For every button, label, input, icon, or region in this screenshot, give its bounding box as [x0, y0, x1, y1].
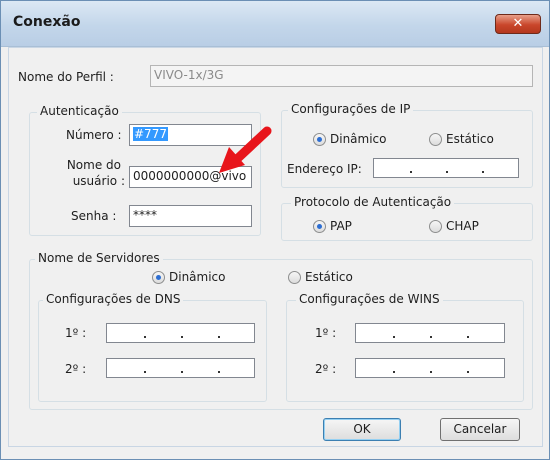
chap-label[interactable]: CHAP [446, 219, 479, 233]
ok-button[interactable]: OK [323, 418, 401, 441]
ip-separator [410, 171, 412, 173]
authentication-group-label: Autenticação [37, 104, 122, 118]
ip-separator [430, 371, 432, 373]
dns-group [38, 300, 267, 402]
ip-separator [144, 336, 146, 338]
servers-dynamic-radio[interactable] [152, 271, 165, 284]
ip-separator [467, 336, 469, 338]
password-label: Senha : [71, 209, 117, 223]
dns-group-label: Configurações de DNS [43, 292, 184, 306]
close-button[interactable]: ✕ [495, 14, 541, 34]
wins-secondary-label: 2º : [315, 362, 337, 376]
ip-separator [430, 336, 432, 338]
pap-label[interactable]: PAP [330, 219, 352, 233]
username-label-line2: usuário : [72, 174, 125, 188]
ip-address-field[interactable] [373, 158, 519, 178]
servers-static-radio[interactable] [288, 271, 301, 284]
pap-radio[interactable] [313, 220, 326, 233]
password-field[interactable]: **** [129, 205, 252, 227]
ip-separator [467, 371, 469, 373]
profile-name-field: VIVO-1x/3G [150, 65, 533, 87]
ip-separator [144, 371, 146, 373]
dns-secondary-field[interactable] [106, 358, 255, 378]
dns-secondary-label: 2º : [65, 362, 87, 376]
ip-separator [218, 336, 220, 338]
auth-protocol-group-label: Protocolo de Autenticação [291, 195, 455, 209]
ip-dynamic-label[interactable]: Dinâmico [330, 132, 387, 146]
ip-address-label: Endereço IP: [287, 162, 362, 176]
title-bar: Conexão ✕ [1, 1, 549, 47]
ip-static-radio[interactable] [429, 133, 442, 146]
wins-group [286, 300, 524, 402]
ip-separator [393, 336, 395, 338]
ip-separator [181, 371, 183, 373]
number-value-selected: #777 [133, 127, 168, 141]
dns-primary-label: 1º : [65, 326, 87, 340]
wins-primary-label: 1º : [315, 326, 337, 340]
wins-secondary-field[interactable] [355, 358, 505, 378]
dns-primary-field[interactable] [106, 323, 255, 343]
red-arrow-annotation [219, 126, 272, 173]
wins-primary-field[interactable] [355, 323, 505, 343]
window-title: Conexão [13, 14, 81, 30]
ip-separator [181, 336, 183, 338]
dialog-body: Nome do Perfil : VIVO-1x/3G Autenticação… [8, 47, 543, 447]
ip-separator [393, 371, 395, 373]
number-label: Número : [66, 128, 122, 142]
servers-dynamic-label[interactable]: Dinâmico [169, 270, 226, 284]
ip-static-label[interactable]: Estático [446, 132, 494, 146]
server-names-group-label: Nome de Servidores [35, 251, 163, 265]
ip-separator [446, 171, 448, 173]
servers-static-label[interactable]: Estático [305, 270, 353, 284]
arrow-shaft [232, 126, 272, 164]
ip-config-group-label: Configurações de IP [288, 102, 414, 116]
close-icon: ✕ [512, 16, 524, 31]
ip-dynamic-radio[interactable] [313, 133, 326, 146]
ip-separator [482, 171, 484, 173]
wins-group-label: Configurações de WINS [296, 292, 443, 306]
connection-dialog: Conexão ✕ Nome do Perfil : VIVO-1x/3G Au… [0, 0, 550, 460]
profile-name-label: Nome do Perfil : [18, 70, 114, 84]
cancel-button[interactable]: Cancelar [440, 418, 520, 441]
chap-radio[interactable] [429, 220, 442, 233]
ip-separator [218, 371, 220, 373]
username-label-line1: Nome do [66, 158, 121, 172]
